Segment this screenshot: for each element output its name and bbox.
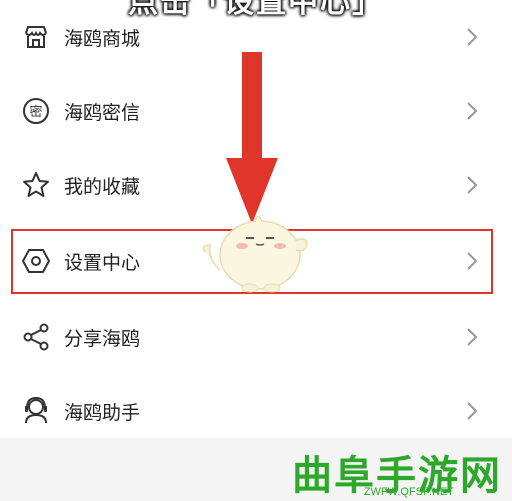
menu-item-label: 海鸥密信 [64, 101, 141, 124]
menu-item-assistant[interactable]: 海鸥助手 [0, 374, 512, 448]
chevron-right-icon [467, 328, 478, 346]
share-icon [23, 323, 49, 351]
secret-message-icon: 密 [23, 98, 49, 124]
star-icon [23, 172, 49, 197]
menu-item-share[interactable]: 分享海鸥 [0, 300, 512, 374]
chevron-right-icon [467, 402, 478, 420]
svg-text:密: 密 [29, 104, 42, 120]
assistant-headset-icon [25, 396, 47, 424]
menu-item-label: 海鸥助手 [64, 401, 141, 424]
chevron-right-icon [467, 102, 478, 120]
watermark-url: ZWFW.QFSP.NET [363, 486, 454, 498]
chevron-right-icon [467, 28, 478, 46]
store-icon [25, 26, 47, 48]
mascot-sticker [202, 215, 308, 293]
menu-item-label: 分享海鸥 [64, 327, 141, 350]
chevron-right-icon [467, 176, 478, 194]
menu-item-label: 海鸥商城 [64, 27, 141, 50]
menu-item-label: 我的收藏 [64, 175, 141, 198]
